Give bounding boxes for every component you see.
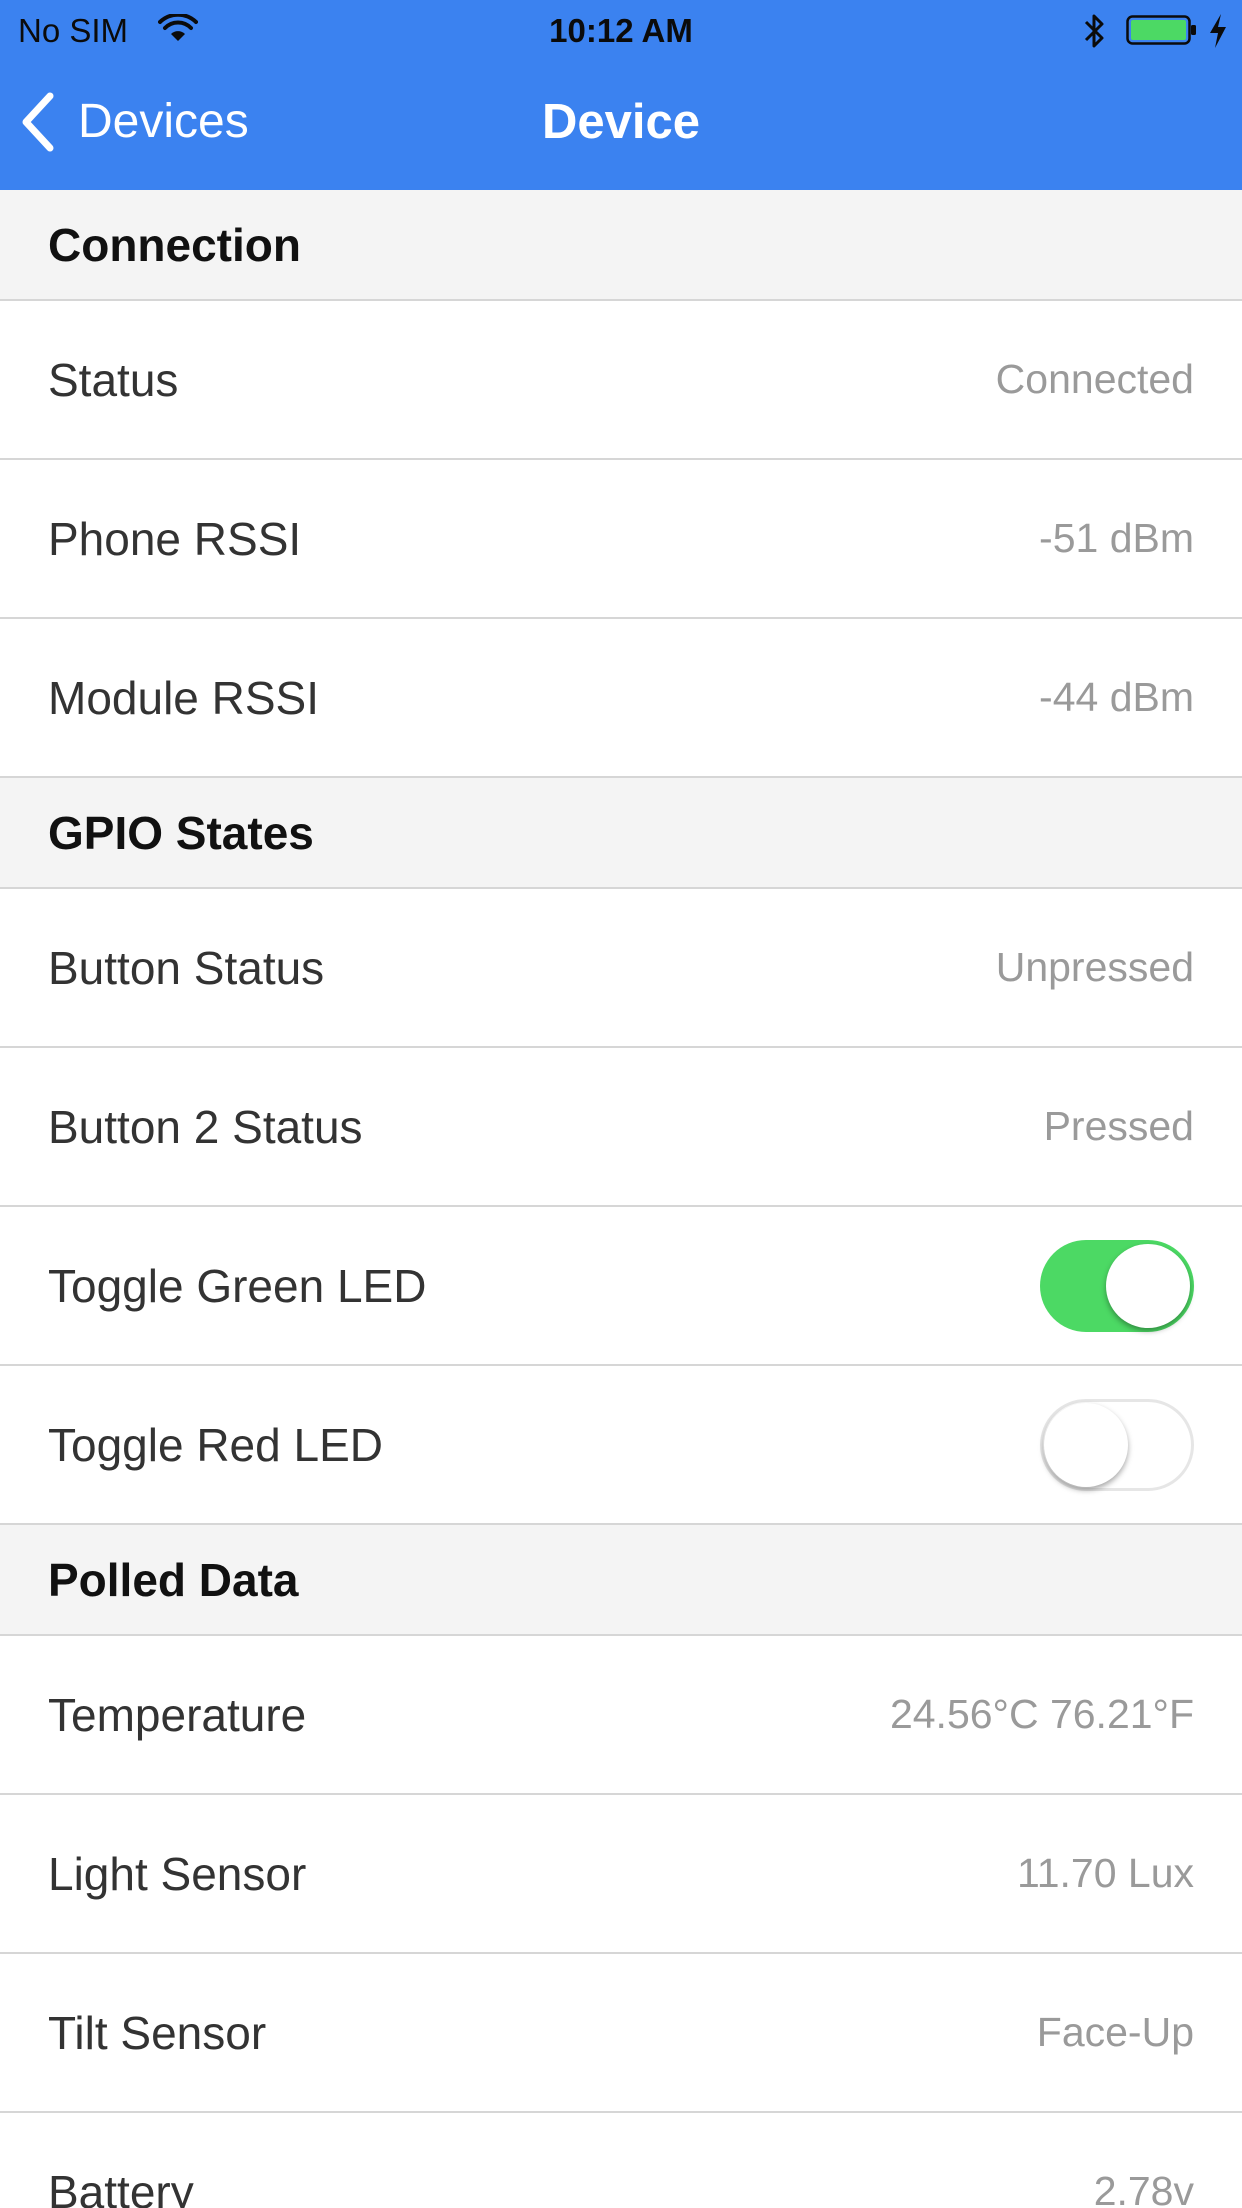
row-label: Status — [48, 353, 179, 406]
row-value: -44 dBm — [1039, 674, 1194, 720]
row-toggle-red-led: Toggle Red LED — [0, 1366, 1242, 1525]
status-time: 10:12 AM — [549, 12, 693, 49]
row-value: Unpressed — [995, 944, 1194, 990]
bluetooth-icon — [1084, 14, 1104, 48]
row-label: Battery — [48, 2165, 194, 2208]
row-button-status[interactable]: Button Status Unpressed — [0, 889, 1242, 1048]
charging-bolt-icon — [1210, 14, 1226, 48]
app-header: No SIM 10:12 AM Devices Device — [0, 0, 1242, 191]
row-phone-rssi[interactable]: Phone RSSI -51 dBm — [0, 460, 1242, 619]
row-status[interactable]: Status Connected — [0, 301, 1242, 460]
back-button[interactable]: Devices — [18, 90, 249, 154]
row-value: -51 dBm — [1039, 515, 1194, 561]
section-header-gpio-states: GPIO States — [0, 778, 1242, 889]
row-label: Light Sensor — [48, 1847, 307, 1900]
red-led-switch[interactable] — [1040, 1398, 1194, 1491]
row-label: Module RSSI — [48, 671, 320, 724]
row-label: Temperature — [48, 1688, 307, 1741]
row-value: 24.56°C 76.21°F — [889, 1691, 1194, 1737]
battery-icon — [1126, 15, 1196, 45]
row-label: Toggle Red LED — [48, 1418, 383, 1471]
row-battery[interactable]: Battery 2.78v — [0, 2113, 1242, 2208]
switch-knob — [1044, 1402, 1128, 1487]
chevron-left-icon — [22, 92, 54, 152]
row-value: Pressed — [1043, 1103, 1194, 1149]
row-module-rssi[interactable]: Module RSSI -44 dBm — [0, 619, 1242, 778]
status-bar: No SIM 10:12 AM — [0, 0, 1242, 62]
row-label: Phone RSSI — [48, 512, 302, 565]
row-label: Tilt Sensor — [48, 2006, 267, 2059]
row-button-2-status[interactable]: Button 2 Status Pressed — [0, 1048, 1242, 1207]
row-value: Connected — [995, 356, 1194, 402]
device-table: Connection Status Connected Phone RSSI -… — [0, 190, 1242, 2208]
device-screen: No SIM 10:12 AM Devices Device Connectio… — [0, 0, 1242, 2208]
section-header-connection: Connection — [0, 190, 1242, 301]
navigation-bar: Devices Device — [0, 62, 1242, 190]
green-led-switch[interactable] — [1040, 1239, 1194, 1332]
section-header-polled-data: Polled Data — [0, 1525, 1242, 1636]
row-label: Button Status — [48, 941, 325, 994]
row-label: Toggle Green LED — [48, 1259, 427, 1312]
back-button-label: Devices — [78, 95, 249, 148]
row-toggle-green-led: Toggle Green LED — [0, 1207, 1242, 1366]
row-value: Face-Up — [1036, 2009, 1194, 2055]
switch-knob — [1106, 1243, 1190, 1328]
row-value: 2.78v — [1093, 2168, 1194, 2208]
row-tilt-sensor[interactable]: Tilt Sensor Face-Up — [0, 1954, 1242, 2113]
row-light-sensor[interactable]: Light Sensor 11.70 Lux — [0, 1795, 1242, 1954]
row-temperature[interactable]: Temperature 24.56°C 76.21°F — [0, 1636, 1242, 1795]
row-label: Button 2 Status — [48, 1100, 363, 1153]
row-value: 11.70 Lux — [1016, 1850, 1194, 1896]
